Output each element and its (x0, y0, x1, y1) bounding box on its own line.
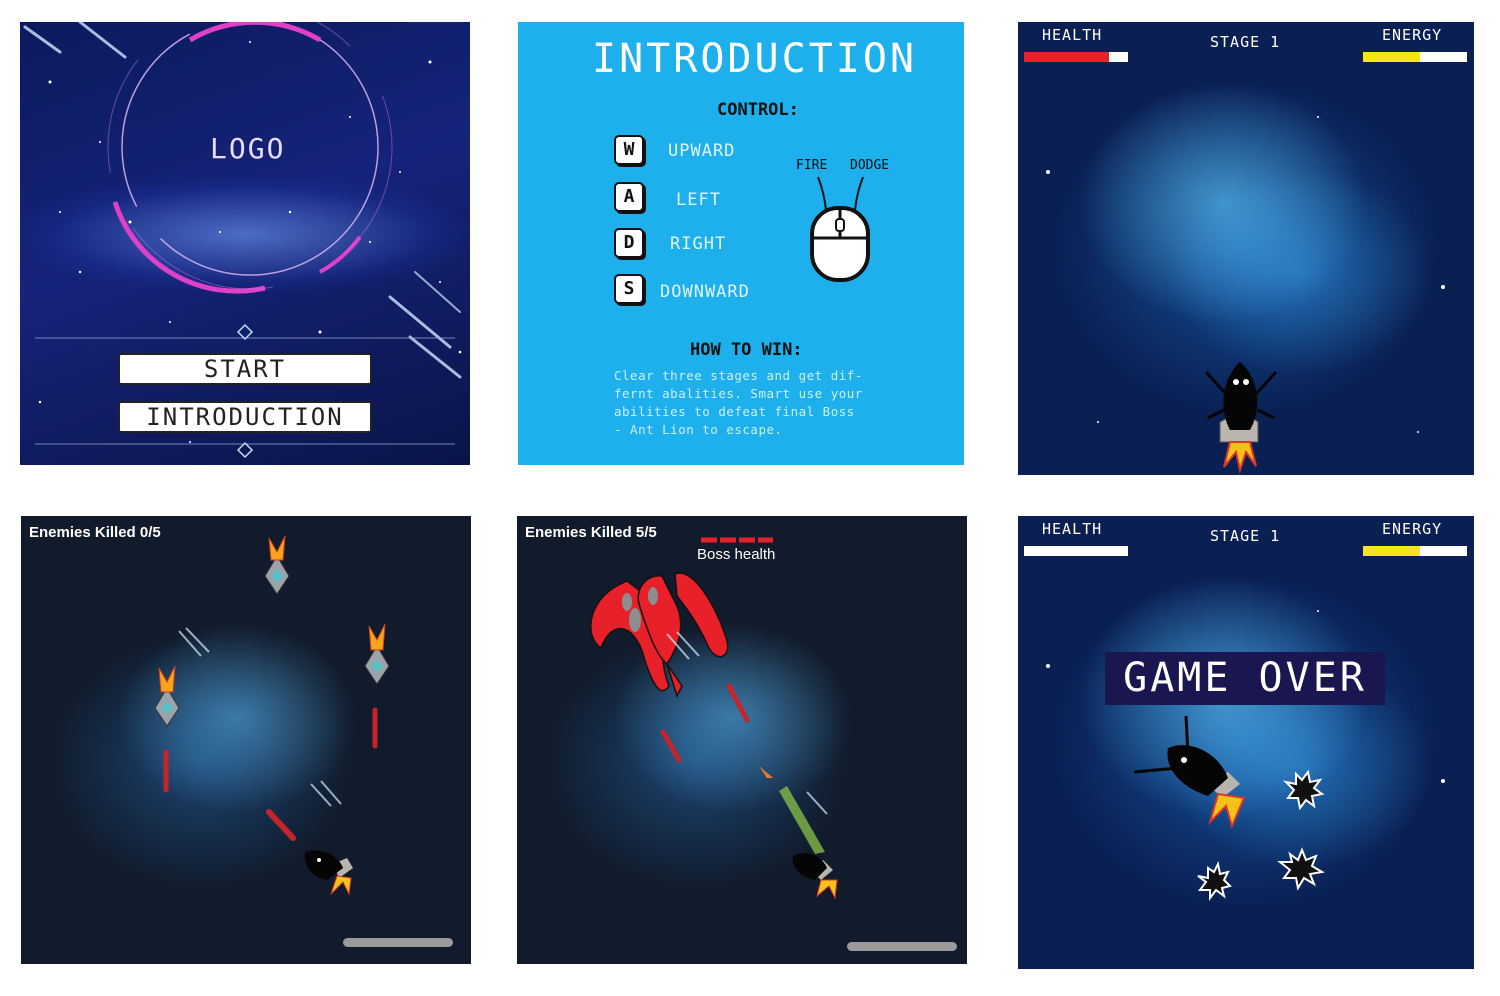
destroyed-ship-scene (1133, 715, 1325, 901)
menu-starfield (23, 22, 462, 459)
enemy-ship (154, 665, 180, 727)
boss-health-label: Boss health (697, 546, 776, 563)
win-line: - Ant Lion to escape. (614, 422, 783, 437)
scrollbar[interactable] (343, 938, 453, 947)
win-line: Clear three stages and get dif- (614, 368, 863, 383)
introduction-screen: INTRODUCTION CONTROL: W UPWARD A LEFT D … (518, 22, 964, 465)
menu-screen: LOGO START INTRODUCTION (20, 22, 470, 465)
scrollbar[interactable] (847, 942, 957, 951)
enemy-scene (154, 535, 390, 896)
stage-screen: HEALTH STAGE 1 ENERGY (1018, 22, 1474, 475)
boss-scene (590, 537, 838, 900)
enemy-ship (364, 623, 390, 685)
win-description: Clear three stages and get dif- fernt ab… (614, 367, 863, 439)
boss-stage-screen: Enemies Killed 5/5 Boss health (517, 516, 967, 964)
enemy-stage-screen: Enemies Killed 0/5 (21, 516, 471, 964)
logo-text: LOGO (210, 132, 286, 165)
win-line: fernt abalities. Smart use your (614, 386, 863, 401)
player-ship (1204, 362, 1278, 474)
start-button[interactable]: START (118, 353, 372, 385)
win-line: abilities to defeat final Boss (614, 404, 855, 419)
player-ship (1133, 715, 1246, 829)
boss-ship (590, 572, 729, 698)
game-over-screen: HEALTH STAGE 1 ENERGY GAME OVER (1018, 516, 1474, 969)
player-ship (792, 853, 838, 900)
introduction-button[interactable]: INTRODUCTION (118, 401, 372, 433)
enemy-ship (264, 535, 290, 595)
player-ship (304, 850, 353, 896)
win-heading: HOW TO WIN: (690, 340, 803, 360)
